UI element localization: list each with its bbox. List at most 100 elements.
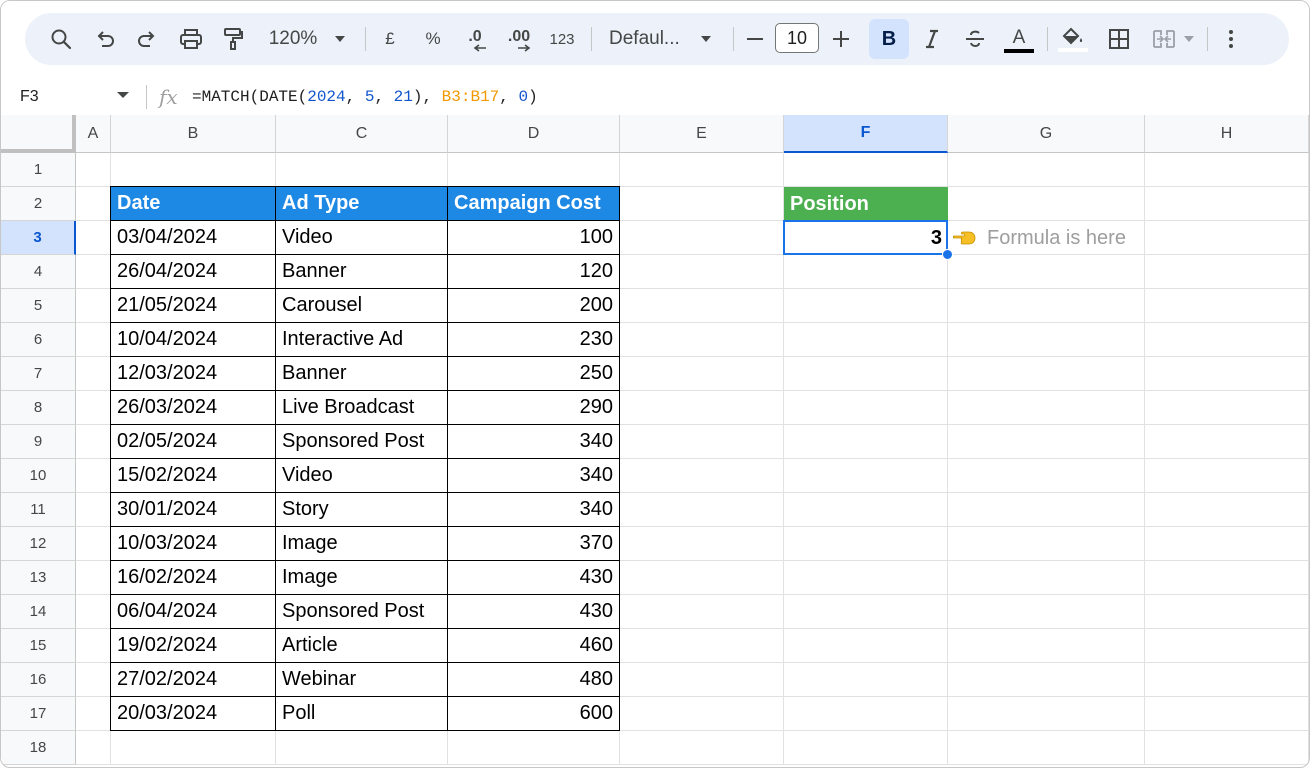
search-icon[interactable] xyxy=(47,13,75,65)
table-cell[interactable]: Story xyxy=(276,493,448,527)
row-header-9[interactable]: 9 xyxy=(1,425,76,459)
row-header-14[interactable]: 14 xyxy=(1,595,76,629)
table-cell[interactable]: 27/02/2024 xyxy=(111,663,276,697)
decrease-font-icon[interactable] xyxy=(745,13,765,65)
undo-icon[interactable] xyxy=(91,13,119,65)
table-cell[interactable]: Article xyxy=(276,629,448,663)
name-box-dropdown-icon[interactable] xyxy=(117,92,129,98)
table-cell[interactable]: Live Broadcast xyxy=(276,391,448,425)
font-family-value[interactable]: Defaul... xyxy=(609,13,685,65)
row-header-6[interactable]: 6 xyxy=(1,323,76,357)
table-cell[interactable]: 430 xyxy=(448,561,620,595)
column-header-b[interactable]: B xyxy=(111,115,276,153)
table-cell[interactable]: 250 xyxy=(448,357,620,391)
row-header-16[interactable]: 16 xyxy=(1,663,76,697)
more-options-icon[interactable] xyxy=(1221,13,1241,65)
table-cell[interactable]: 460 xyxy=(448,629,620,663)
strikethrough-icon[interactable] xyxy=(961,13,989,65)
row-header-7[interactable]: 7 xyxy=(1,357,76,391)
table-cell[interactable]: Sponsored Post xyxy=(276,425,448,459)
text-color-button[interactable]: A xyxy=(1003,13,1035,65)
table-cell[interactable]: 340 xyxy=(448,425,620,459)
font-size-input[interactable]: 10 xyxy=(775,23,819,53)
table-cell[interactable]: 02/05/2024 xyxy=(111,425,276,459)
table-cell[interactable]: 21/05/2024 xyxy=(111,289,276,323)
column-header-g[interactable]: G xyxy=(948,115,1145,153)
table-cell[interactable]: Banner xyxy=(276,357,448,391)
column-header-d[interactable]: D xyxy=(448,115,620,153)
row-header-3[interactable]: 3 xyxy=(1,221,76,255)
table-cell[interactable]: 30/01/2024 xyxy=(111,493,276,527)
paint-format-icon[interactable] xyxy=(219,13,247,65)
font-dropdown-icon[interactable] xyxy=(697,13,715,65)
position-header-cell[interactable]: Position xyxy=(784,187,948,221)
zoom-dropdown-icon[interactable] xyxy=(331,13,349,65)
table-cell[interactable]: 19/02/2024 xyxy=(111,629,276,663)
borders-icon[interactable] xyxy=(1105,13,1133,65)
currency-format-button[interactable]: £ xyxy=(379,13,401,65)
table-cell[interactable]: 03/04/2024 xyxy=(111,221,276,255)
table-cell[interactable]: 120 xyxy=(448,255,620,289)
row-header-12[interactable]: 12 xyxy=(1,527,76,561)
row-header-8[interactable]: 8 xyxy=(1,391,76,425)
table-cell[interactable]: 480 xyxy=(448,663,620,697)
row-header-2[interactable]: 2 xyxy=(1,187,76,221)
merge-dropdown-icon[interactable] xyxy=(1181,13,1197,65)
select-all-corner[interactable] xyxy=(1,115,76,153)
table-cell[interactable]: Interactive Ad xyxy=(276,323,448,357)
table-cell[interactable]: 15/02/2024 xyxy=(111,459,276,493)
table-cell[interactable]: 26/03/2024 xyxy=(111,391,276,425)
table-cell[interactable]: 370 xyxy=(448,527,620,561)
table-header-cell[interactable]: Ad Type xyxy=(276,187,448,221)
table-cell[interactable]: Sponsored Post xyxy=(276,595,448,629)
table-cell[interactable]: 200 xyxy=(448,289,620,323)
table-cell[interactable]: 06/04/2024 xyxy=(111,595,276,629)
column-header-h[interactable]: H xyxy=(1145,115,1309,153)
row-header-4[interactable]: 4 xyxy=(1,255,76,289)
row-header-15[interactable]: 15 xyxy=(1,629,76,663)
table-header-cell[interactable]: Date xyxy=(111,187,276,221)
table-cell[interactable]: Poll xyxy=(276,697,448,731)
redo-icon[interactable] xyxy=(133,13,161,65)
row-header-13[interactable]: 13 xyxy=(1,561,76,595)
table-cell[interactable]: Image xyxy=(276,561,448,595)
table-cell[interactable]: 10/03/2024 xyxy=(111,527,276,561)
fill-handle[interactable] xyxy=(942,249,953,260)
increase-font-icon[interactable] xyxy=(831,13,851,65)
column-header-e[interactable]: E xyxy=(620,115,784,153)
row-header-10[interactable]: 10 xyxy=(1,459,76,493)
percent-format-button[interactable]: % xyxy=(421,13,445,65)
row-header-5[interactable]: 5 xyxy=(1,289,76,323)
row-header-17[interactable]: 17 xyxy=(1,697,76,731)
merge-cells-icon[interactable] xyxy=(1149,13,1179,65)
table-cell[interactable]: 340 xyxy=(448,493,620,527)
table-cell[interactable]: Image xyxy=(276,527,448,561)
number-format-button[interactable]: 123 xyxy=(547,13,577,65)
table-cell[interactable]: 230 xyxy=(448,323,620,357)
column-header-c[interactable]: C xyxy=(276,115,448,153)
column-header-a[interactable]: A xyxy=(76,115,111,153)
table-cell[interactable]: Video xyxy=(276,459,448,493)
bold-button[interactable]: B xyxy=(869,19,909,59)
table-cell[interactable]: 340 xyxy=(448,459,620,493)
row-header-18[interactable]: 18 xyxy=(1,731,76,765)
table-cell[interactable]: 600 xyxy=(448,697,620,731)
row-header-11[interactable]: 11 xyxy=(1,493,76,527)
table-cell[interactable]: 290 xyxy=(448,391,620,425)
column-header-f[interactable]: F xyxy=(784,115,948,153)
print-icon[interactable] xyxy=(177,13,205,65)
zoom-value[interactable]: 120% xyxy=(265,13,321,65)
table-cell[interactable]: Banner xyxy=(276,255,448,289)
row-header-1[interactable]: 1 xyxy=(1,153,76,187)
table-cell[interactable]: 430 xyxy=(448,595,620,629)
table-cell[interactable]: 16/02/2024 xyxy=(111,561,276,595)
table-cell[interactable]: 100 xyxy=(448,221,620,255)
table-cell[interactable]: Video xyxy=(276,221,448,255)
table-cell[interactable]: Carousel xyxy=(276,289,448,323)
name-box[interactable]: F3 xyxy=(20,79,39,115)
fill-color-icon[interactable] xyxy=(1057,13,1089,65)
table-cell[interactable]: 10/04/2024 xyxy=(111,323,276,357)
table-cell[interactable]: 26/04/2024 xyxy=(111,255,276,289)
result-cell[interactable]: 3 xyxy=(784,221,948,255)
decrease-decimal-button[interactable]: .0 xyxy=(461,13,489,65)
